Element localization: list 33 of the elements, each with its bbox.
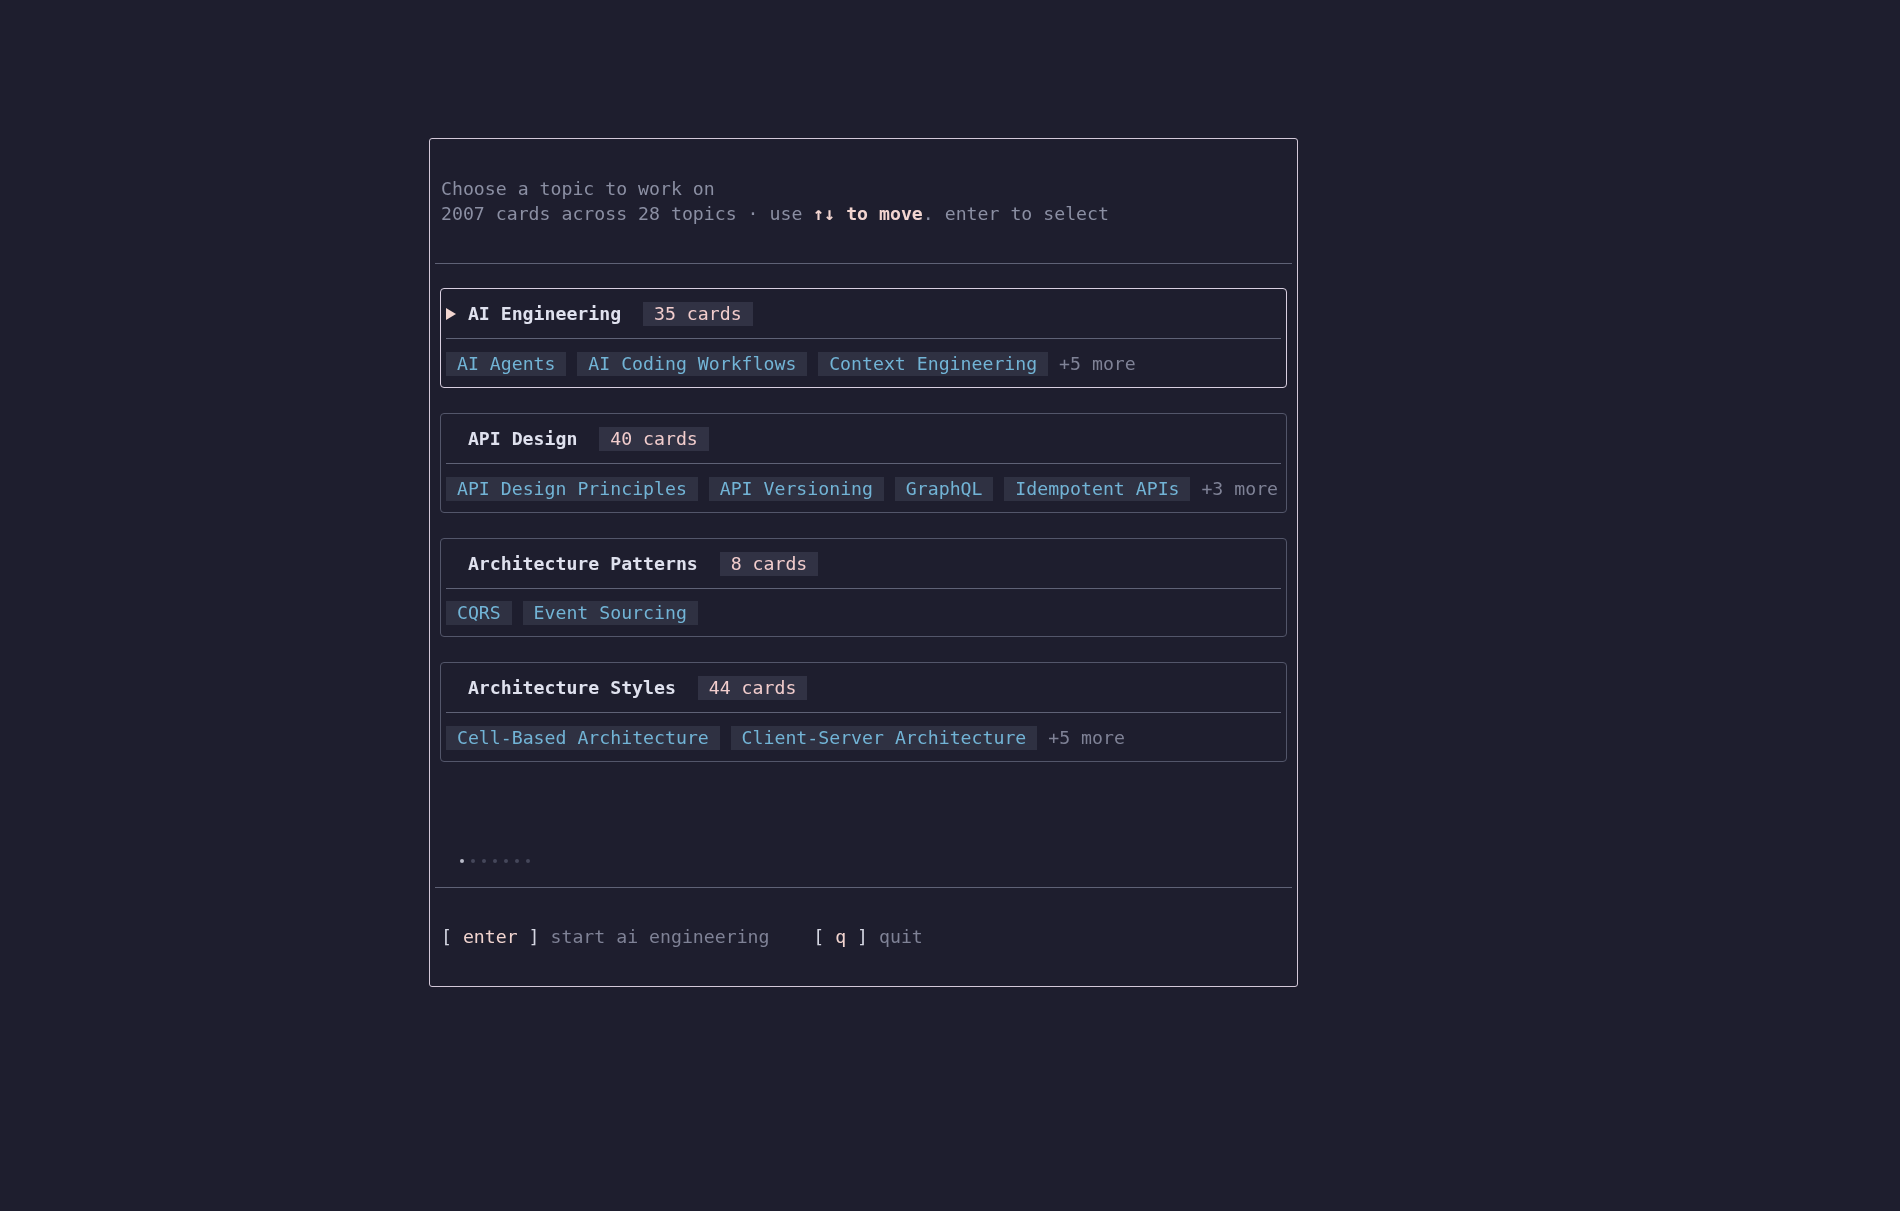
card-count-badge: 35 cards xyxy=(643,301,753,326)
card-count-badge: 44 cards xyxy=(697,675,808,700)
pointer-icon xyxy=(446,307,456,320)
more-count: +3 more xyxy=(1201,477,1279,501)
hint-action: quit xyxy=(879,925,923,949)
topic-card[interactable]: API Design 40 cards API Design Principles API Versioning GraphQL Idempotent APIs +3 more xyxy=(440,413,1287,513)
subtopic-tag: Event Sourcing xyxy=(522,601,698,625)
hint-action: start ai engineering xyxy=(550,925,770,949)
subtopic-tag: AI Agents xyxy=(446,351,567,376)
topic-title: Architecture Styles xyxy=(467,676,676,700)
topic-card[interactable]: Architecture Styles 44 cards Cell-Based Architecture Client-Server Architecture +5 more xyxy=(440,662,1287,762)
header-subtitle: 2007 cards across 28 topics · use ↑↓ to move. enter to select xyxy=(441,202,1110,226)
topic-card[interactable]: AI Engineering 35 cards AI Agents AI Coding Workflows Context Engineering +5 more xyxy=(440,288,1287,388)
subtopic-tag: Context Engineering xyxy=(818,351,1049,376)
subtopic-tag: CQRS xyxy=(446,601,512,625)
topic-title: Architecture Patterns xyxy=(467,552,698,576)
subtopic-tag: API Versioning xyxy=(708,476,884,501)
subtopic-tag: API Design Principles xyxy=(446,476,698,501)
subtopic-tag: AI Coding Workflows xyxy=(577,351,808,376)
more-count: +5 more xyxy=(1048,726,1125,750)
more-count: +5 more xyxy=(1059,352,1136,376)
subtopic-tag: GraphQL xyxy=(894,476,994,501)
topic-card[interactable]: Architecture Patterns 8 cards CQRS Event Sourcing xyxy=(440,538,1287,637)
card-count-badge: 8 cards xyxy=(719,551,819,576)
topic-title: AI Engineering xyxy=(467,302,622,326)
card-count-badge: 40 cards xyxy=(599,426,709,451)
subtopic-tag: Cell-Based Architecture xyxy=(446,725,720,750)
header-title: Choose a topic to work on xyxy=(441,177,716,201)
key-hint: [ q ] xyxy=(813,925,869,949)
subtopic-tag: Client-Server Architecture xyxy=(730,725,1038,750)
topic-title: API Design xyxy=(467,427,578,451)
key-hint: [ enter ] xyxy=(441,925,540,949)
subtopic-tag: Idempotent APIs xyxy=(1004,476,1191,501)
